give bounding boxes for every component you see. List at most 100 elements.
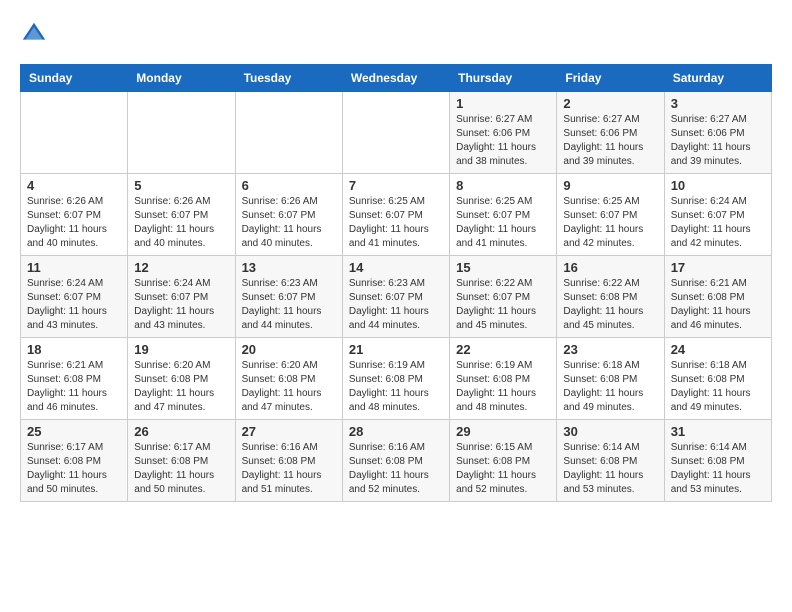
day-number: 16 bbox=[563, 260, 657, 275]
day-info: Sunrise: 6:26 AM Sunset: 6:07 PM Dayligh… bbox=[27, 195, 121, 251]
calendar-cell: 30 Sunrise: 6:14 AM Sunset: 6:08 PM Dayli… bbox=[557, 420, 664, 502]
calendar-cell: 14 Sunrise: 6:23 AM Sunset: 6:07 PM Dayli… bbox=[342, 256, 449, 338]
day-number: 21 bbox=[349, 342, 443, 357]
calendar-cell: 1 Sunrise: 6:27 AM Sunset: 6:06 PM Daylig… bbox=[450, 92, 557, 174]
calendar-cell: 18 Sunrise: 6:21 AM Sunset: 6:08 PM Dayli… bbox=[21, 338, 128, 420]
day-info: Sunrise: 6:27 AM Sunset: 6:06 PM Dayligh… bbox=[563, 113, 657, 169]
day-info: Sunrise: 6:26 AM Sunset: 6:07 PM Dayligh… bbox=[134, 195, 228, 251]
calendar-cell: 5 Sunrise: 6:26 AM Sunset: 6:07 PM Daylig… bbox=[128, 174, 235, 256]
day-info: Sunrise: 6:19 AM Sunset: 6:08 PM Dayligh… bbox=[456, 359, 550, 415]
calendar-cell: 21 Sunrise: 6:19 AM Sunset: 6:08 PM Dayli… bbox=[342, 338, 449, 420]
day-info: Sunrise: 6:21 AM Sunset: 6:08 PM Dayligh… bbox=[27, 359, 121, 415]
day-number: 4 bbox=[27, 178, 121, 193]
day-info: Sunrise: 6:23 AM Sunset: 6:07 PM Dayligh… bbox=[349, 277, 443, 333]
day-number: 7 bbox=[349, 178, 443, 193]
calendar-week-row: 1 Sunrise: 6:27 AM Sunset: 6:06 PM Daylig… bbox=[21, 92, 772, 174]
day-number: 24 bbox=[671, 342, 765, 357]
calendar-header-row: SundayMondayTuesdayWednesdayThursdayFrid… bbox=[21, 65, 772, 92]
calendar-cell: 8 Sunrise: 6:25 AM Sunset: 6:07 PM Daylig… bbox=[450, 174, 557, 256]
column-header-saturday: Saturday bbox=[664, 65, 771, 92]
column-header-wednesday: Wednesday bbox=[342, 65, 449, 92]
calendar-table: SundayMondayTuesdayWednesdayThursdayFrid… bbox=[20, 64, 772, 502]
calendar-cell bbox=[235, 92, 342, 174]
calendar-cell: 17 Sunrise: 6:21 AM Sunset: 6:08 PM Dayli… bbox=[664, 256, 771, 338]
day-info: Sunrise: 6:14 AM Sunset: 6:08 PM Dayligh… bbox=[563, 441, 657, 497]
calendar-cell: 26 Sunrise: 6:17 AM Sunset: 6:08 PM Dayli… bbox=[128, 420, 235, 502]
day-info: Sunrise: 6:23 AM Sunset: 6:07 PM Dayligh… bbox=[242, 277, 336, 333]
calendar-cell: 7 Sunrise: 6:25 AM Sunset: 6:07 PM Daylig… bbox=[342, 174, 449, 256]
day-info: Sunrise: 6:24 AM Sunset: 6:07 PM Dayligh… bbox=[27, 277, 121, 333]
day-info: Sunrise: 6:17 AM Sunset: 6:08 PM Dayligh… bbox=[27, 441, 121, 497]
day-info: Sunrise: 6:18 AM Sunset: 6:08 PM Dayligh… bbox=[563, 359, 657, 415]
day-number: 3 bbox=[671, 96, 765, 111]
day-number: 25 bbox=[27, 424, 121, 439]
day-info: Sunrise: 6:27 AM Sunset: 6:06 PM Dayligh… bbox=[456, 113, 550, 169]
day-info: Sunrise: 6:16 AM Sunset: 6:08 PM Dayligh… bbox=[242, 441, 336, 497]
day-number: 19 bbox=[134, 342, 228, 357]
calendar-cell: 11 Sunrise: 6:24 AM Sunset: 6:07 PM Dayli… bbox=[21, 256, 128, 338]
day-number: 5 bbox=[134, 178, 228, 193]
day-number: 28 bbox=[349, 424, 443, 439]
calendar-cell: 10 Sunrise: 6:24 AM Sunset: 6:07 PM Dayli… bbox=[664, 174, 771, 256]
calendar-week-row: 11 Sunrise: 6:24 AM Sunset: 6:07 PM Dayli… bbox=[21, 256, 772, 338]
day-number: 13 bbox=[242, 260, 336, 275]
day-number: 10 bbox=[671, 178, 765, 193]
day-number: 6 bbox=[242, 178, 336, 193]
day-number: 26 bbox=[134, 424, 228, 439]
calendar-cell: 29 Sunrise: 6:15 AM Sunset: 6:08 PM Dayli… bbox=[450, 420, 557, 502]
day-info: Sunrise: 6:25 AM Sunset: 6:07 PM Dayligh… bbox=[349, 195, 443, 251]
calendar-cell: 16 Sunrise: 6:22 AM Sunset: 6:08 PM Dayli… bbox=[557, 256, 664, 338]
day-number: 17 bbox=[671, 260, 765, 275]
calendar-cell bbox=[342, 92, 449, 174]
day-info: Sunrise: 6:22 AM Sunset: 6:08 PM Dayligh… bbox=[563, 277, 657, 333]
column-header-monday: Monday bbox=[128, 65, 235, 92]
day-number: 12 bbox=[134, 260, 228, 275]
day-info: Sunrise: 6:25 AM Sunset: 6:07 PM Dayligh… bbox=[456, 195, 550, 251]
calendar-cell: 3 Sunrise: 6:27 AM Sunset: 6:06 PM Daylig… bbox=[664, 92, 771, 174]
calendar-cell: 25 Sunrise: 6:17 AM Sunset: 6:08 PM Dayli… bbox=[21, 420, 128, 502]
calendar-cell bbox=[21, 92, 128, 174]
column-header-tuesday: Tuesday bbox=[235, 65, 342, 92]
day-number: 30 bbox=[563, 424, 657, 439]
day-info: Sunrise: 6:19 AM Sunset: 6:08 PM Dayligh… bbox=[349, 359, 443, 415]
day-info: Sunrise: 6:27 AM Sunset: 6:06 PM Dayligh… bbox=[671, 113, 765, 169]
day-info: Sunrise: 6:21 AM Sunset: 6:08 PM Dayligh… bbox=[671, 277, 765, 333]
day-number: 18 bbox=[27, 342, 121, 357]
day-number: 29 bbox=[456, 424, 550, 439]
logo bbox=[20, 20, 52, 48]
day-number: 20 bbox=[242, 342, 336, 357]
page-header bbox=[20, 20, 772, 48]
day-info: Sunrise: 6:16 AM Sunset: 6:08 PM Dayligh… bbox=[349, 441, 443, 497]
calendar-cell: 22 Sunrise: 6:19 AM Sunset: 6:08 PM Dayli… bbox=[450, 338, 557, 420]
day-number: 9 bbox=[563, 178, 657, 193]
calendar-cell bbox=[128, 92, 235, 174]
day-number: 8 bbox=[456, 178, 550, 193]
day-info: Sunrise: 6:26 AM Sunset: 6:07 PM Dayligh… bbox=[242, 195, 336, 251]
calendar-cell: 31 Sunrise: 6:14 AM Sunset: 6:08 PM Dayli… bbox=[664, 420, 771, 502]
day-info: Sunrise: 6:14 AM Sunset: 6:08 PM Dayligh… bbox=[671, 441, 765, 497]
day-number: 11 bbox=[27, 260, 121, 275]
calendar-cell: 28 Sunrise: 6:16 AM Sunset: 6:08 PM Dayli… bbox=[342, 420, 449, 502]
day-number: 2 bbox=[563, 96, 657, 111]
calendar-cell: 15 Sunrise: 6:22 AM Sunset: 6:07 PM Dayli… bbox=[450, 256, 557, 338]
calendar-cell: 27 Sunrise: 6:16 AM Sunset: 6:08 PM Dayli… bbox=[235, 420, 342, 502]
day-info: Sunrise: 6:17 AM Sunset: 6:08 PM Dayligh… bbox=[134, 441, 228, 497]
day-number: 15 bbox=[456, 260, 550, 275]
day-info: Sunrise: 6:22 AM Sunset: 6:07 PM Dayligh… bbox=[456, 277, 550, 333]
day-number: 23 bbox=[563, 342, 657, 357]
column-header-sunday: Sunday bbox=[21, 65, 128, 92]
column-header-friday: Friday bbox=[557, 65, 664, 92]
calendar-cell: 9 Sunrise: 6:25 AM Sunset: 6:07 PM Daylig… bbox=[557, 174, 664, 256]
day-number: 22 bbox=[456, 342, 550, 357]
day-info: Sunrise: 6:24 AM Sunset: 6:07 PM Dayligh… bbox=[671, 195, 765, 251]
day-info: Sunrise: 6:20 AM Sunset: 6:08 PM Dayligh… bbox=[242, 359, 336, 415]
calendar-cell: 24 Sunrise: 6:18 AM Sunset: 6:08 PM Dayli… bbox=[664, 338, 771, 420]
day-number: 27 bbox=[242, 424, 336, 439]
day-info: Sunrise: 6:25 AM Sunset: 6:07 PM Dayligh… bbox=[563, 195, 657, 251]
day-number: 1 bbox=[456, 96, 550, 111]
day-info: Sunrise: 6:15 AM Sunset: 6:08 PM Dayligh… bbox=[456, 441, 550, 497]
day-number: 31 bbox=[671, 424, 765, 439]
calendar-cell: 4 Sunrise: 6:26 AM Sunset: 6:07 PM Daylig… bbox=[21, 174, 128, 256]
day-info: Sunrise: 6:18 AM Sunset: 6:08 PM Dayligh… bbox=[671, 359, 765, 415]
day-number: 14 bbox=[349, 260, 443, 275]
